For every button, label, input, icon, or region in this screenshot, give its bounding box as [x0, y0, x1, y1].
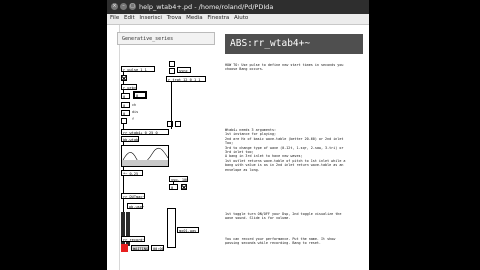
wire — [123, 142, 124, 145]
record-bang[interactable] — [121, 244, 128, 252]
menu-help[interactable]: Aiuto — [234, 15, 248, 21]
waiting-time: 00:00 — [151, 245, 164, 251]
menu-insert[interactable]: Inserisci — [139, 15, 162, 21]
trigger-object[interactable]: r_trgt 12 0 1 1 — [166, 76, 206, 82]
pb-user-object[interactable]: pb-user — [127, 203, 144, 209]
title-bar: × – □ help_wtab4+.pd - /home/roland/Pd/P… — [107, 0, 369, 14]
menu-file[interactable]: File — [110, 15, 119, 21]
label-f: f — [132, 117, 135, 121]
patch-canvas[interactable]: Generative_series ABS:rr_wtab4+~ r_pulse… — [107, 25, 369, 270]
bang-small-1[interactable] — [121, 118, 127, 124]
record-object[interactable]: rr_record~ — [121, 236, 145, 242]
wire — [123, 167, 124, 170]
canvas-divider — [119, 25, 120, 270]
wire — [123, 199, 124, 212]
number-box-a[interactable]: 0 — [121, 93, 130, 99]
wtab-object[interactable]: rr_wtab4+ 0 25 0 — [121, 129, 169, 135]
minimize-icon[interactable]: – — [120, 3, 127, 10]
multiply-object[interactable]: *~ 0.25 — [121, 170, 143, 176]
bang-small-3[interactable] — [175, 121, 181, 127]
wire — [123, 124, 124, 129]
close-icon[interactable]: × — [111, 3, 118, 10]
pd-patch-window: × – □ help_wtab4+.pd - /home/roland/Pd/P… — [107, 0, 369, 270]
menu-window[interactable]: Finestra — [207, 15, 229, 21]
note-arguments: Wtab4+ needs 3 arguments: 1st instance f… — [225, 128, 346, 172]
abs-title: ABS:rr_wtab4+~ — [225, 34, 363, 54]
dsp-toggle[interactable] — [181, 184, 187, 190]
outmac-object[interactable]: rr_DUTmac~ — [121, 193, 145, 199]
waveform-curve — [121, 147, 169, 166]
number-box-b[interactable]: 0 — [133, 91, 147, 99]
wire — [123, 72, 124, 75]
note-record: You can record your performance. Put the… — [225, 237, 336, 246]
menu-find[interactable]: Trova — [167, 15, 182, 21]
pulse-object[interactable]: r_pulse 1 1 — [121, 66, 155, 72]
dsp-toggle-top[interactable] — [121, 75, 127, 81]
sendfile-object[interactable]: mx01.wav — [177, 227, 199, 233]
label-ch: ch — [132, 103, 137, 107]
maximize-icon[interactable]: □ — [129, 3, 136, 10]
wire — [171, 82, 172, 129]
menu-media[interactable]: Media — [186, 15, 203, 21]
menu-bar: File Edit Inserisci Trova Media Finestra… — [107, 14, 369, 25]
label-dis: dis — [132, 110, 139, 114]
pulse-bang[interactable] — [169, 61, 175, 67]
waiting-label: WAITING — [131, 245, 149, 251]
menu-edit[interactable]: Edit — [124, 15, 135, 21]
header-label: Generative_series — [117, 32, 215, 45]
note-howto: HOW TO: Use pulse to define new start ti… — [225, 63, 344, 72]
sync-object[interactable]: sync — [177, 67, 191, 73]
sync-toggle[interactable] — [169, 68, 175, 74]
zero-number-box[interactable]: 0 — [169, 184, 178, 190]
bang-small-2[interactable] — [167, 121, 173, 127]
waveform-graph[interactable] — [121, 145, 169, 167]
wire — [123, 176, 124, 193]
note-toggle: 1st toggle turn ON/OFF your Dsp, 2nd tog… — [225, 212, 342, 221]
wire — [123, 90, 124, 93]
volume-slider[interactable] — [167, 208, 176, 248]
number-box-d[interactable]: 0 — [121, 110, 130, 116]
number-box-c[interactable]: 0 — [121, 102, 130, 108]
wire — [123, 81, 124, 84]
vsp-object[interactable]: vsp. 100 — [169, 176, 188, 182]
window-title: help_wtab4+.pd - /home/roland/Pd/PDIda — [139, 3, 274, 11]
wire — [173, 182, 174, 184]
